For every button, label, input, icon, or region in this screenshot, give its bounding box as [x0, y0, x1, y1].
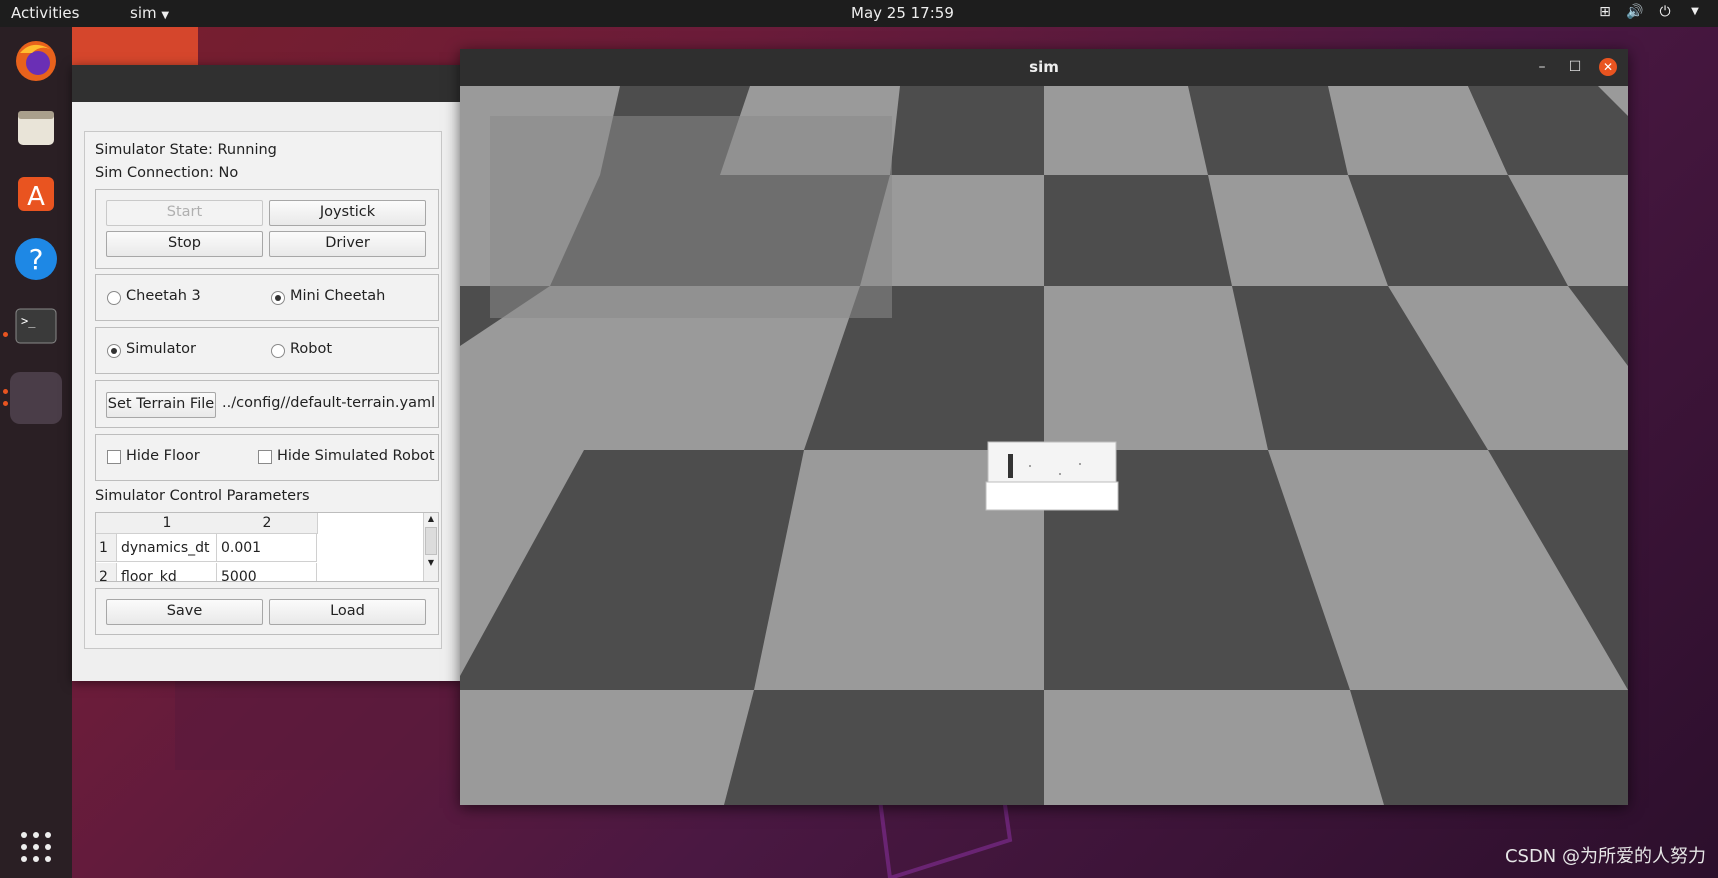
checkerboard-floor [460, 86, 1628, 805]
running-indicator [3, 389, 8, 394]
params-table[interactable]: 1 2 1 dynamics_dt 0.001 2 floor_kd 5000 … [95, 512, 439, 582]
sim-window: sim – ☐ ✕ [460, 49, 1628, 805]
desktop-home-folder[interactable] [72, 27, 198, 67]
row-header[interactable]: 1 [96, 534, 117, 562]
mini-cheetah-robot[interactable] [985, 441, 1119, 511]
firefox-icon[interactable] [10, 35, 62, 87]
terrain-group: Set Terrain File ../config//default-terr… [95, 380, 439, 428]
chevron-down-icon[interactable]: ▼ [1686, 3, 1704, 21]
stop-button[interactable]: Stop [106, 231, 263, 257]
mini-cheetah-label[interactable]: Mini Cheetah [290, 288, 385, 304]
simulator-radio[interactable] [107, 344, 121, 358]
close-icon[interactable]: ✕ [1599, 58, 1617, 76]
network-icon[interactable]: ⊞ [1596, 3, 1614, 21]
params-title: Simulator Control Parameters [95, 488, 310, 504]
clock[interactable]: May 25 17:59 [851, 4, 954, 22]
control-panel-window: Simulator State: Running Sim Connection:… [72, 65, 462, 681]
activities-button[interactable]: Activities [11, 4, 79, 22]
terminal-icon[interactable]: >_ [10, 299, 62, 351]
watermark: CSDN @为所爱的人努力 [1504, 846, 1706, 867]
robot-type-group: Cheetah 3 Mini Cheetah [95, 274, 439, 321]
sim-3d-viewport[interactable] [460, 86, 1628, 805]
table-cell[interactable]: dynamics_dt [117, 534, 217, 562]
start-button[interactable]: Start [106, 200, 263, 226]
sim-app-icon[interactable] [10, 372, 62, 424]
translucent-overlay [490, 116, 892, 318]
mode-group: Simulator Robot [95, 327, 439, 374]
table-corner [96, 513, 118, 534]
simulator-state-label: Simulator State: Running [95, 142, 277, 158]
save-button[interactable]: Save [106, 599, 263, 625]
table-scrollbar[interactable]: ▲ ▼ [423, 513, 438, 581]
table-cell[interactable]: 0.001 [217, 534, 317, 562]
dock: A ? >_ [0, 27, 72, 878]
simulator-label[interactable]: Simulator [126, 341, 196, 357]
hide-robot-label[interactable]: Hide Simulated Robot [277, 448, 435, 464]
driver-button[interactable]: Driver [269, 231, 426, 257]
app-menu[interactable]: sim ▼ [130, 4, 169, 22]
svg-text:A: A [27, 182, 45, 212]
volume-icon[interactable]: 🔊 [1626, 3, 1644, 21]
hide-floor-label[interactable]: Hide Floor [126, 448, 200, 464]
top-bar: Activities sim ▼ May 25 17:59 ⊞ 🔊 ⏻ ▼ [0, 0, 1718, 27]
app-menu-label: sim [130, 4, 157, 22]
running-indicator [3, 401, 8, 406]
column-header[interactable]: 2 [217, 513, 318, 534]
running-indicator [3, 332, 8, 337]
chevron-down-icon: ▼ [161, 10, 170, 21]
scroll-thumb[interactable] [425, 527, 437, 555]
svg-text:>_: >_ [21, 314, 36, 328]
save-load-group: Save Load [95, 588, 439, 635]
maximize-icon[interactable]: ☐ [1566, 58, 1584, 76]
scroll-up-icon[interactable]: ▲ [424, 513, 438, 525]
joystick-button[interactable]: Joystick [269, 200, 426, 226]
load-button[interactable]: Load [269, 599, 426, 625]
sim-titlebar[interactable]: sim – ☐ ✕ [460, 49, 1628, 86]
visibility-group: Hide Floor Hide Simulated Robot [95, 434, 439, 481]
hide-robot-checkbox[interactable] [258, 450, 272, 464]
table-cell[interactable]: floor_kd [117, 563, 217, 581]
terrain-file-path: ../config//default-terrain.yaml [222, 395, 436, 411]
show-apps-icon[interactable] [10, 821, 62, 873]
panel-titlebar[interactable] [72, 65, 462, 102]
svg-text:?: ? [29, 243, 44, 276]
cheetah3-label[interactable]: Cheetah 3 [126, 288, 201, 304]
software-icon[interactable]: A [10, 167, 62, 219]
table-cell[interactable]: 5000 [217, 563, 317, 581]
files-icon[interactable] [10, 101, 62, 153]
sim-connection-label: Sim Connection: No [95, 165, 239, 181]
help-icon[interactable]: ? [10, 233, 62, 285]
robot-radio[interactable] [271, 344, 285, 358]
system-tray[interactable]: ⊞ 🔊 ⏻ ▼ [1596, 3, 1704, 21]
row-header[interactable]: 2 [96, 563, 117, 581]
control-button-group: Start Joystick Stop Driver [95, 189, 439, 269]
panel-body: Simulator State: Running Sim Connection:… [84, 131, 442, 649]
sim-window-title: sim [1029, 58, 1059, 76]
scroll-down-icon[interactable]: ▼ [424, 557, 438, 569]
set-terrain-file-button[interactable]: Set Terrain File [106, 392, 216, 418]
column-header[interactable]: 1 [117, 513, 218, 534]
robot-label[interactable]: Robot [290, 341, 332, 357]
mini-cheetah-radio[interactable] [271, 291, 285, 305]
cheetah3-radio[interactable] [107, 291, 121, 305]
hide-floor-checkbox[interactable] [107, 450, 121, 464]
power-icon[interactable]: ⏻ [1656, 3, 1674, 21]
minimize-icon[interactable]: – [1533, 58, 1551, 76]
